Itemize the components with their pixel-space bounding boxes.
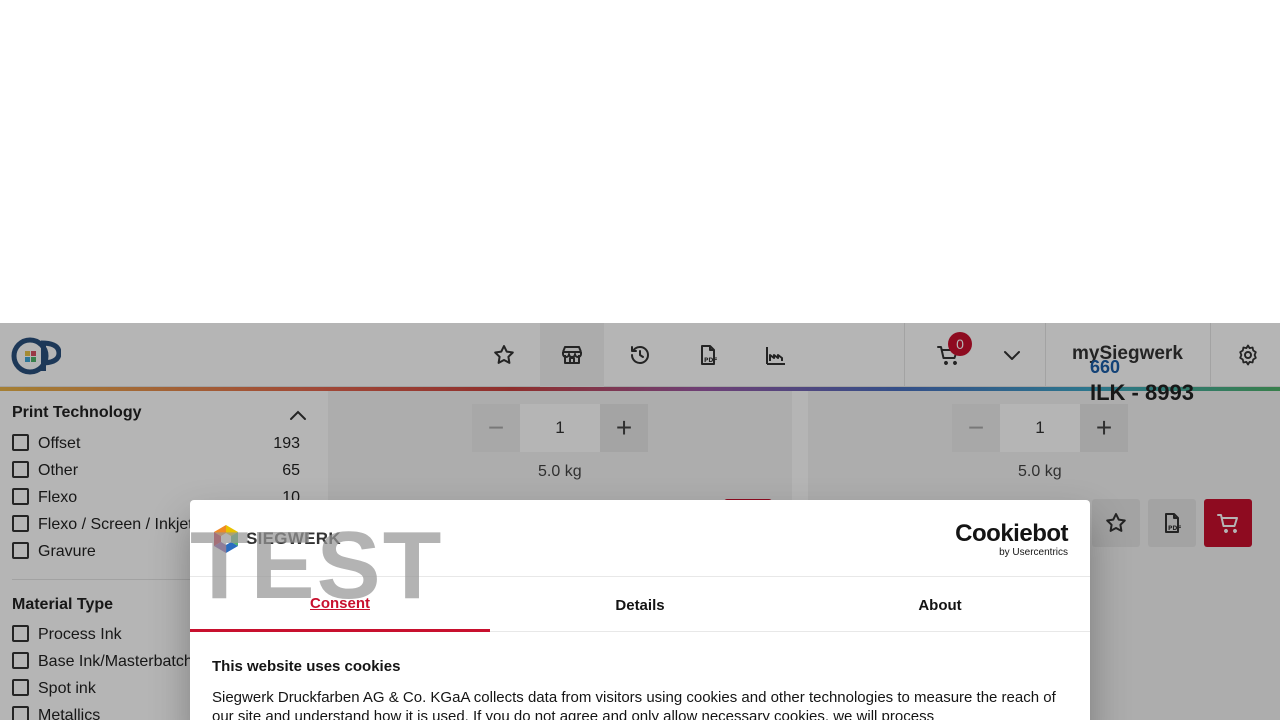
tab-about[interactable]: About	[790, 578, 1090, 632]
cookiebot-logo-text: Cookiebot	[955, 520, 1068, 547]
cookiebot-logo-subtext: by Usercentrics	[999, 547, 1068, 558]
tab-details-label: Details	[615, 596, 665, 614]
dialog-title: This website uses cookies	[212, 658, 401, 675]
tab-consent[interactable]: Consent	[190, 578, 490, 632]
tab-details[interactable]: Details	[490, 578, 790, 632]
cookie-consent-dialog: SIEGWERK TEST Cookiebot by Usercentrics …	[190, 500, 1090, 720]
dialog-tabs: Consent Details About	[190, 578, 1090, 632]
dialog-header: SIEGWERK TEST Cookiebot by Usercentrics	[190, 500, 1090, 614]
cookiebot-logo[interactable]: Cookiebot by Usercentrics	[955, 520, 1068, 559]
tab-about-label: About	[918, 596, 962, 614]
tab-consent-label: Consent	[310, 595, 370, 612]
dialog-body-text: Siegwerk Druckfarben AG & Co. KGaA colle…	[212, 689, 1056, 720]
